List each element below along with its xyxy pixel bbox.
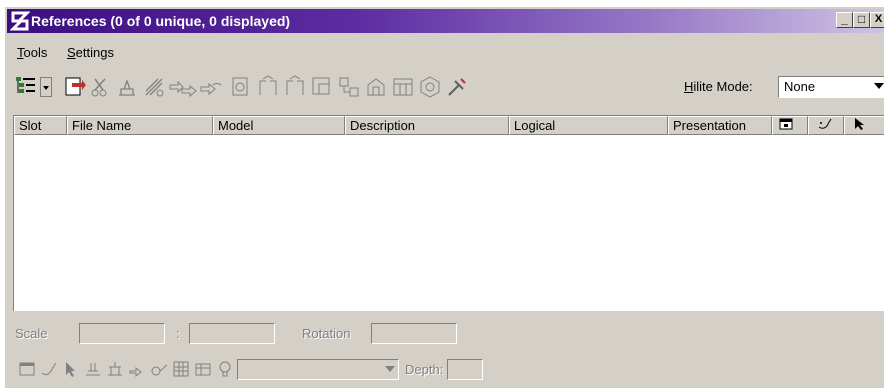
column-snap[interactable] xyxy=(808,116,844,135)
settings-icon[interactable] xyxy=(445,75,469,99)
clip-mask-icon[interactable] xyxy=(337,75,361,99)
hilite-mode-label-text: ilite Mode: xyxy=(693,79,753,94)
menu-settings[interactable]: Settings xyxy=(67,45,114,60)
ignore-attachment-icon[interactable] xyxy=(83,359,103,379)
menu-tools[interactable]: Tools xyxy=(17,45,47,60)
clip-back-icon[interactable] xyxy=(418,75,442,99)
hilite-mode-label: Hilite Mode: xyxy=(684,79,753,94)
depth-label: Depth: xyxy=(405,362,444,377)
scale-input-2[interactable] xyxy=(189,323,275,344)
rotate-icon[interactable] xyxy=(199,75,223,99)
levels-icon[interactable] xyxy=(171,359,191,379)
locate-icon xyxy=(855,118,864,130)
menu-settings-accel: S xyxy=(67,45,76,60)
scale-input-1[interactable] xyxy=(79,323,165,344)
light-icon[interactable] xyxy=(215,359,235,379)
nested-icon[interactable] xyxy=(105,359,125,379)
scale-label: Scale xyxy=(15,326,48,341)
references-window: References (0 of 0 unique, 0 displayed) … xyxy=(4,6,884,388)
rotation-label: Rotation xyxy=(302,326,351,341)
mirror-horizontal-icon[interactable] xyxy=(256,75,280,99)
delete-clip-icon[interactable] xyxy=(364,75,388,99)
treat-as-element-icon[interactable] xyxy=(127,359,147,379)
toolbar: Hilite Mode: None xyxy=(7,67,884,107)
clip-front-icon[interactable] xyxy=(391,75,415,99)
column-file-name[interactable]: File Name xyxy=(67,116,213,135)
column-description[interactable]: Description xyxy=(345,116,509,135)
scale-icon[interactable] xyxy=(142,75,166,99)
attach-reference-icon[interactable] xyxy=(62,75,86,99)
copy-icon[interactable] xyxy=(168,75,198,99)
presentation-select[interactable] xyxy=(237,359,399,380)
hilite-mode-select[interactable]: None xyxy=(778,76,884,98)
chevron-down-icon[interactable] xyxy=(385,366,395,373)
display-toggle-icon[interactable] xyxy=(17,359,37,379)
app-logo-icon xyxy=(10,11,30,31)
scale-line-style-icon[interactable] xyxy=(149,359,169,379)
column-slot[interactable]: Slot xyxy=(14,116,67,135)
hilite-mode-accel: H xyxy=(684,79,694,94)
references-table: Slot File Name Model Description Logical… xyxy=(13,115,884,311)
scale-separator: : xyxy=(176,326,180,341)
mirror-vertical-icon[interactable] xyxy=(283,75,307,99)
table-body[interactable] xyxy=(14,135,884,311)
close-button[interactable]: X xyxy=(870,12,884,28)
detach-icon[interactable] xyxy=(89,75,113,99)
snap-toggle-icon[interactable] xyxy=(39,359,59,379)
chevron-down-icon[interactable] xyxy=(874,83,884,89)
column-locate[interactable] xyxy=(844,116,884,135)
column-display[interactable] xyxy=(772,116,808,135)
rotation-input[interactable] xyxy=(371,323,457,344)
raster-icon[interactable] xyxy=(193,359,213,379)
table-header: Slot File Name Model Description Logical… xyxy=(14,116,884,135)
column-presentation[interactable]: Presentation xyxy=(668,116,772,135)
attachment-settings-panel: Scale : Rotation Depth: xyxy=(5,313,884,389)
tree-view-icon[interactable] xyxy=(14,75,38,99)
window-title: References (0 of 0 unique, 0 displayed) xyxy=(31,13,291,29)
maximize-button[interactable]: □ xyxy=(853,12,870,28)
column-model[interactable]: Model xyxy=(213,116,345,135)
clip-boundary-icon[interactable] xyxy=(310,75,334,99)
menu-settings-label: ettings xyxy=(75,45,114,60)
locate-toggle-icon[interactable] xyxy=(61,359,81,379)
reload-icon[interactable] xyxy=(229,75,253,99)
minimize-button[interactable]: _ xyxy=(836,12,853,28)
snap-icon xyxy=(818,118,832,129)
display-icon xyxy=(779,118,793,130)
column-logical[interactable]: Logical xyxy=(509,116,668,135)
hilite-mode-value: None xyxy=(784,79,816,94)
depth-input[interactable] xyxy=(447,359,483,380)
dropdown-arrow-icon[interactable] xyxy=(40,75,52,99)
title-bar[interactable]: References (0 of 0 unique, 0 displayed) … xyxy=(7,9,884,33)
menu-tools-label: ools xyxy=(23,45,48,60)
move-icon[interactable] xyxy=(115,75,139,99)
